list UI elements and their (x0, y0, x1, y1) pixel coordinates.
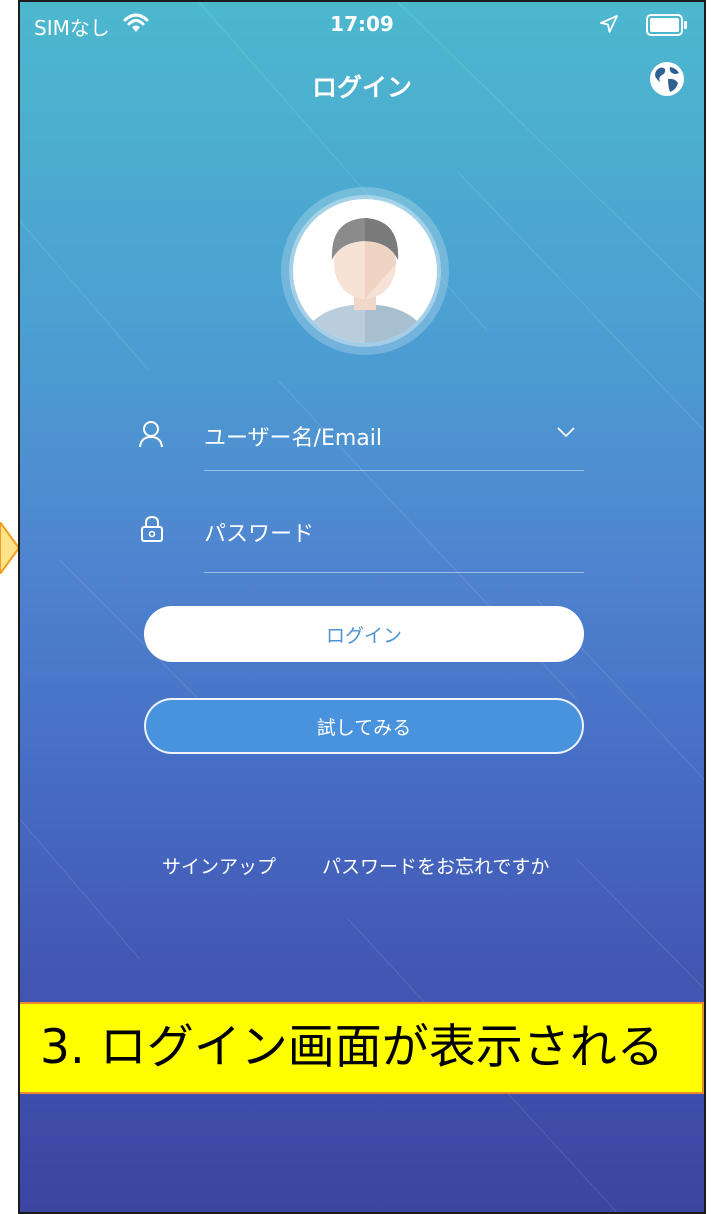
battery-icon (646, 14, 687, 36)
username-input[interactable]: ユーザー名/Email (204, 420, 382, 452)
annotation-caption: 3. ログイン画面が表示される (20, 1002, 704, 1094)
page-title: ログイン (311, 73, 412, 102)
status-bar: SIMなし 17:09 (20, 2, 704, 48)
user-icon (139, 421, 163, 448)
password-underline (204, 572, 584, 573)
username-underline (204, 470, 584, 471)
chevron-down-icon[interactable] (556, 426, 576, 438)
phone-screen: SIMなし 17:09 ログイン ユーザー名/Email パスワード ログイン … (18, 0, 706, 1214)
try-button[interactable]: 試してみる (144, 698, 584, 754)
avatar-icon (281, 187, 449, 355)
lock-icon (141, 515, 163, 542)
password-input[interactable]: パスワード (204, 516, 314, 548)
login-button[interactable]: ログイン (144, 606, 584, 662)
forgot-password-link[interactable]: パスワードをお忘れですか (322, 852, 549, 879)
signup-link[interactable]: サインアップ (162, 852, 276, 879)
location-arrow-icon (600, 15, 618, 33)
globe-icon[interactable] (648, 60, 686, 98)
